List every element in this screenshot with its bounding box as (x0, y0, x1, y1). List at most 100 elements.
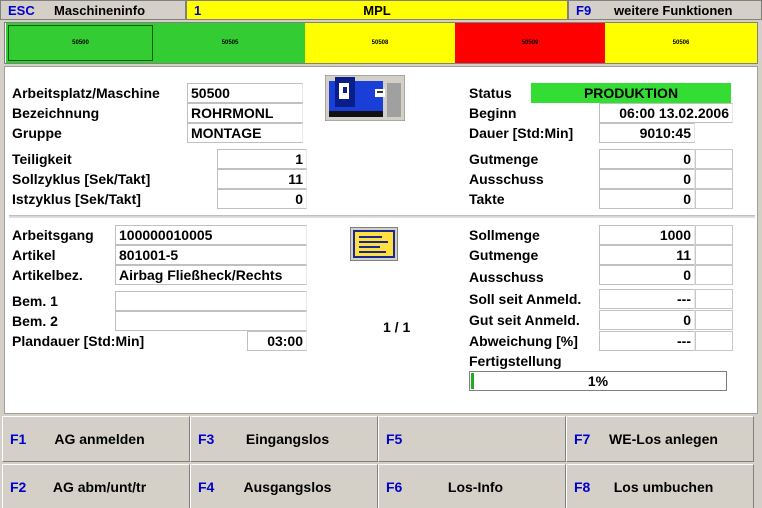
blank-cell (695, 289, 733, 309)
machine-icon (325, 75, 405, 121)
f9-key-label: F9 (576, 2, 592, 18)
f1-label: AG anmelden (54, 431, 145, 447)
f5-key-label: F5 (386, 431, 403, 447)
designation-label: Bezeichnung (12, 105, 100, 121)
status-badge: PRODUKTION (531, 83, 731, 103)
article-value: 801001-5 (115, 245, 307, 265)
workplace-value: 50500 (187, 83, 303, 103)
f8-los-umbuchen-button[interactable]: F8 Los umbuchen (566, 464, 754, 508)
remark2-value (115, 311, 307, 331)
f7-label: WE-Los anlegen (609, 431, 718, 447)
machine-tile[interactable]: 50505 (155, 23, 305, 63)
f5-button[interactable]: F5 (378, 416, 566, 462)
blank-cell (695, 310, 733, 330)
f4-key-label: F4 (198, 479, 215, 495)
blank-cell (695, 265, 733, 285)
planned-duration-value: 03:00 (247, 331, 307, 351)
mpl-label: MPL (363, 2, 391, 18)
machine-tile-label: 50500 (72, 40, 89, 46)
operation-label: Arbeitsgang (12, 227, 94, 243)
article-desc-value: Airbag Fließheck/Rechts (115, 265, 307, 285)
f3-label: Eingangslos (245, 431, 330, 447)
cycles-label: Takte (469, 191, 505, 207)
remark1-label: Bem. 1 (12, 293, 58, 309)
machine-tile[interactable]: 50506 (605, 23, 757, 63)
main-panel: Arbeitsplatz/Maschine 50500 Bezeichnung … (4, 66, 758, 414)
blank-cell (695, 331, 733, 351)
f3-key-label: F3 (198, 431, 215, 447)
machine-tile-label: 50506 (672, 40, 690, 46)
f1-ag-anmelden-button[interactable]: F1 AG anmelden (2, 416, 190, 462)
target-since-value: --- (599, 289, 695, 309)
f7-we-los-anlegen-button[interactable]: F7 WE-Los anlegen (566, 416, 754, 462)
mpl-button[interactable]: 1 MPL (186, 0, 568, 20)
esc-label: Maschineninfo (54, 2, 146, 18)
planned-duration-label: Plandauer [Std:Min] (12, 333, 145, 349)
remark2-label: Bem. 2 (12, 313, 58, 329)
scrap-count-value: 0 (599, 169, 695, 189)
operation-value: 100000010005 (115, 225, 307, 245)
good-since-value: 0 (599, 310, 695, 330)
machine-tile-label: 50505 (221, 40, 239, 46)
target-cycle-value: 11 (217, 169, 307, 189)
blank-cell (695, 189, 733, 209)
good-qty-label: Gutmenge (469, 247, 539, 263)
article-desc-label: Artikelbez. (12, 267, 83, 283)
duration-label: Dauer [Std:Min] (469, 125, 574, 141)
f8-label: Los umbuchen (613, 479, 714, 495)
section-divider (9, 215, 755, 218)
completion-progress-bar: 1% (469, 371, 727, 391)
group-value: MONTAGE (187, 123, 303, 143)
article-label: Artikel (12, 247, 56, 263)
deviation-value: --- (599, 331, 695, 351)
group-label: Gruppe (12, 125, 62, 141)
more-functions-label: weitere Funktionen (614, 2, 733, 18)
f3-eingangslos-button[interactable]: F3 Eingangslos (190, 416, 378, 462)
f2-ag-abmelden-button[interactable]: F2 AG abm/unt/tr (2, 464, 190, 508)
machine-tile-label: 50509 (521, 40, 539, 46)
workplace-label: Arbeitsplatz/Maschine (12, 85, 160, 101)
f4-label: Ausgangslos (243, 479, 332, 495)
f6-label: Los-Info (447, 479, 504, 495)
f2-key-label: F2 (10, 479, 27, 495)
scrap-qty-value: 0 (599, 265, 695, 285)
f2-label: AG abm/unt/tr (52, 479, 147, 495)
scrap-qty-label: Ausschuss (469, 269, 544, 285)
begin-value: 06:00 13.02.2006 (599, 103, 733, 123)
target-since-label: Soll seit Anmeld. (469, 291, 582, 307)
f6-los-info-button[interactable]: F6 Los-Info (378, 464, 566, 508)
f6-key-label: F6 (386, 479, 403, 495)
good-qty-value: 11 (599, 245, 695, 265)
good-count-value: 0 (599, 149, 695, 169)
more-functions-button[interactable]: F9 weitere Funktionen (568, 0, 762, 20)
esc-button[interactable]: ESC Maschineninfo (0, 0, 186, 20)
begin-label: Beginn (469, 105, 517, 121)
page-indicator: 1 / 1 (383, 319, 411, 335)
cycles-value: 0 (599, 189, 695, 209)
blank-cell (695, 245, 733, 265)
machine-tile[interactable]: 50509 (455, 23, 605, 63)
function-key-bar: F1 AG anmelden F3 Eingangslos F5 F7 WE-L… (0, 416, 762, 508)
blank-cell (695, 225, 733, 245)
completion-progress-text: 1% (587, 373, 609, 389)
duration-value: 9010:45 (599, 123, 695, 143)
esc-key-label: ESC (8, 2, 35, 18)
target-qty-label: Sollmenge (469, 227, 540, 243)
actual-cycle-value: 0 (217, 189, 307, 209)
good-since-label: Gut seit Anmeld. (469, 312, 580, 328)
f7-key-label: F7 (574, 431, 591, 447)
deviation-label: Abweichung [%] (469, 333, 578, 349)
machine-tile[interactable]: 50500 (6, 23, 155, 63)
document-icon[interactable] (350, 227, 398, 261)
parts-label: Teiligkeit (12, 151, 72, 167)
f4-ausgangslos-button[interactable]: F4 Ausgangslos (190, 464, 378, 508)
status-label: Status (469, 85, 512, 101)
machine-strip: 50500 50505 50508 50509 50506 (4, 22, 758, 64)
blank-cell (695, 169, 733, 189)
completion-label: Fertigstellung (469, 353, 562, 369)
parts-value: 1 (217, 149, 307, 169)
designation-value: ROHRMONL (187, 103, 303, 123)
top-bar: ESC Maschineninfo 1 MPL F9 weitere Funkt… (0, 0, 762, 20)
machine-tile[interactable]: 50508 (305, 23, 455, 63)
target-cycle-label: Sollzyklus [Sek/Takt] (12, 171, 151, 187)
